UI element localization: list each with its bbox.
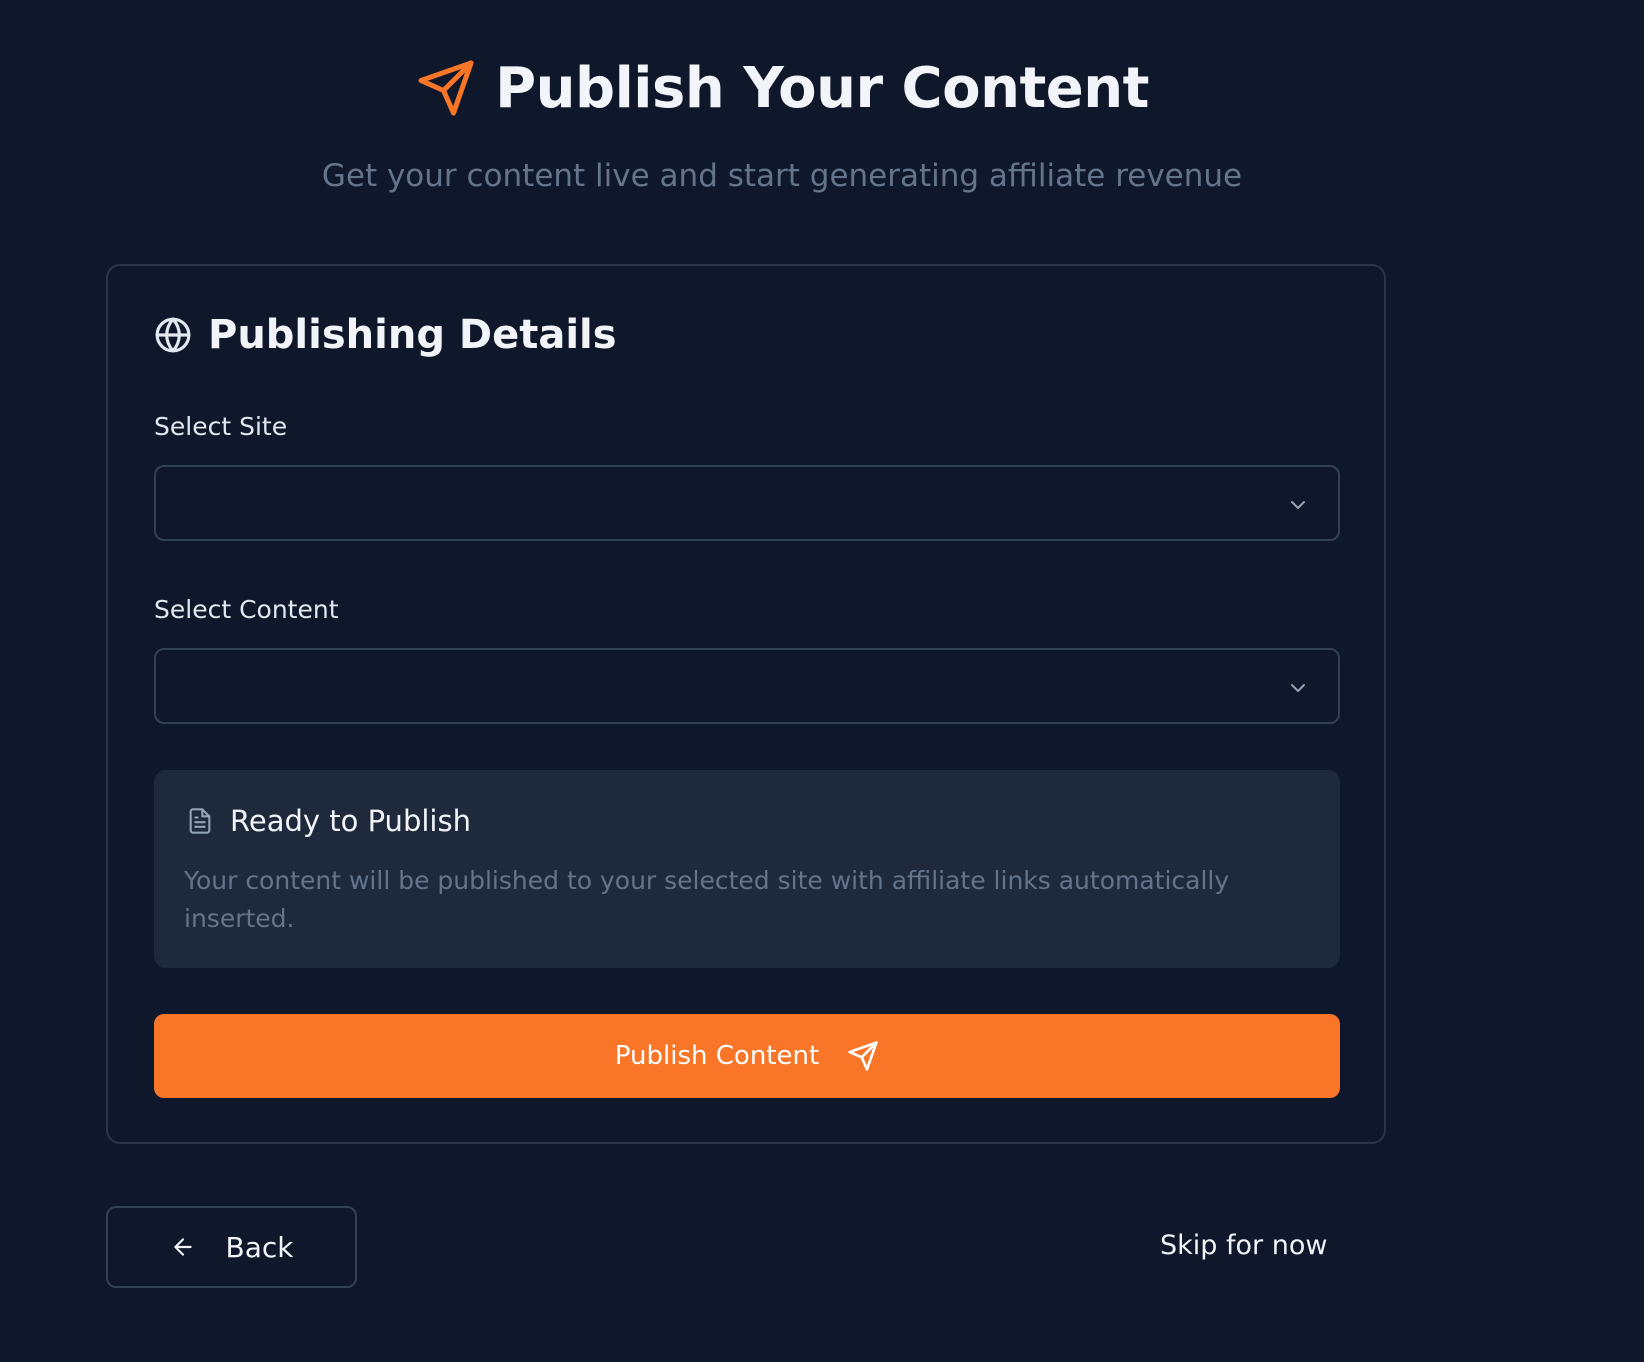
info-header: Ready to Publish <box>186 804 471 838</box>
card-title: Publishing Details <box>208 312 617 358</box>
page-subtitle: Get your content live and start generati… <box>321 158 1243 194</box>
chevron-down-icon <box>1286 676 1310 700</box>
back-button[interactable]: Back <box>106 1206 357 1288</box>
publish-page: Publish Your Content Get your content li… <box>0 0 1644 1362</box>
globe-icon <box>154 316 192 354</box>
back-button-label: Back <box>225 1230 294 1264</box>
info-description: Your content will be published to your s… <box>184 866 1230 933</box>
info-title: Ready to Publish <box>230 804 471 838</box>
select-content-label: Select Content <box>154 595 339 624</box>
title-row: Publish Your Content <box>415 48 1149 128</box>
chevron-down-icon <box>1286 493 1310 517</box>
arrow-left-icon <box>170 1234 196 1260</box>
file-text-icon <box>186 806 214 836</box>
send-icon <box>415 57 477 119</box>
page-header: Publish Your Content Get your content li… <box>0 48 1564 195</box>
publish-content-button[interactable]: Publish Content <box>154 1014 1340 1098</box>
page-title: Publish Your Content <box>495 55 1149 121</box>
ready-to-publish-panel: Ready to Publish Your content will be pu… <box>154 770 1340 968</box>
skip-for-now-link[interactable]: Skip for now <box>1160 1230 1327 1261</box>
select-content-dropdown[interactable] <box>154 648 1340 724</box>
select-site-label: Select Site <box>154 412 288 441</box>
publish-button-label: Publish Content <box>614 1041 820 1071</box>
publishing-details-card: Publishing Details Select Site Select Co… <box>106 264 1386 1144</box>
select-site-dropdown[interactable] <box>154 465 1340 541</box>
card-header: Publishing Details <box>154 312 617 358</box>
send-icon <box>847 1040 879 1072</box>
